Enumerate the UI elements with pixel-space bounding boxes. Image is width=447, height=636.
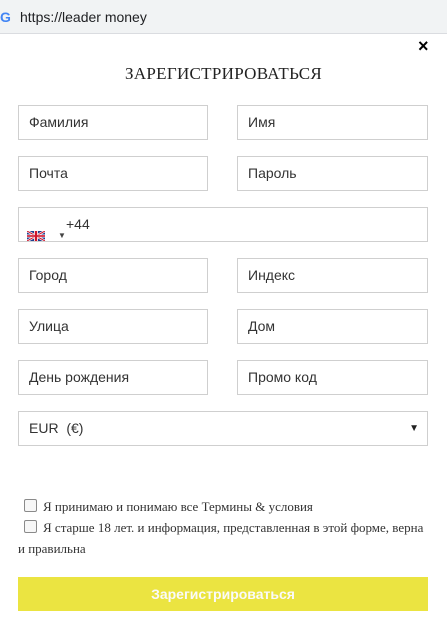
postcode-field[interactable]: Индекс	[237, 258, 428, 293]
consent-checkboxes: Я принимаю и понимаю все Термины & услов…	[18, 496, 428, 559]
street-field[interactable]: Улица	[18, 309, 208, 344]
phone-field[interactable]: ▼ +44	[18, 207, 428, 243]
google-icon: G	[0, 9, 11, 25]
chevron-down-icon: ▼	[58, 231, 66, 240]
url-text[interactable]: https://leader money	[20, 9, 147, 25]
last-name-field[interactable]: Фамилия	[18, 105, 208, 140]
terms-label: Я принимаю и понимаю все Термины & услов…	[43, 499, 313, 514]
close-icon[interactable]: ×	[418, 36, 429, 57]
password-field[interactable]: Пароль	[237, 156, 428, 191]
city-field[interactable]: Город	[18, 258, 208, 293]
page-title: ЗАРЕГИСТРИРОВАТЬСЯ	[125, 64, 322, 83]
email-field[interactable]: Почта	[18, 156, 208, 191]
address-bar[interactable]: G https://leader money	[0, 0, 447, 34]
age-checkbox-row: Я старше 18 лет. и информация, представл…	[18, 517, 428, 559]
currency-value: EUR (€)	[29, 420, 84, 436]
age-label: Я старше 18 лет. и информация, представл…	[18, 520, 424, 556]
birthday-field[interactable]: День рождения	[18, 360, 208, 395]
house-field[interactable]: Дом	[237, 309, 428, 344]
first-name-field[interactable]: Имя	[237, 105, 428, 140]
promo-code-field[interactable]: Промо код	[237, 360, 428, 395]
register-button[interactable]: Зарегистрироваться	[18, 577, 428, 611]
terms-checkbox-row: Я принимаю и понимаю все Термины & услов…	[18, 496, 428, 517]
age-checkbox[interactable]	[24, 520, 37, 533]
chevron-down-icon: ▼	[409, 423, 419, 434]
phone-code: +44	[66, 216, 90, 232]
terms-checkbox[interactable]	[24, 499, 37, 512]
currency-select[interactable]: EUR (€) ▼	[18, 411, 428, 446]
uk-flag-icon[interactable]: ▼	[26, 220, 66, 243]
